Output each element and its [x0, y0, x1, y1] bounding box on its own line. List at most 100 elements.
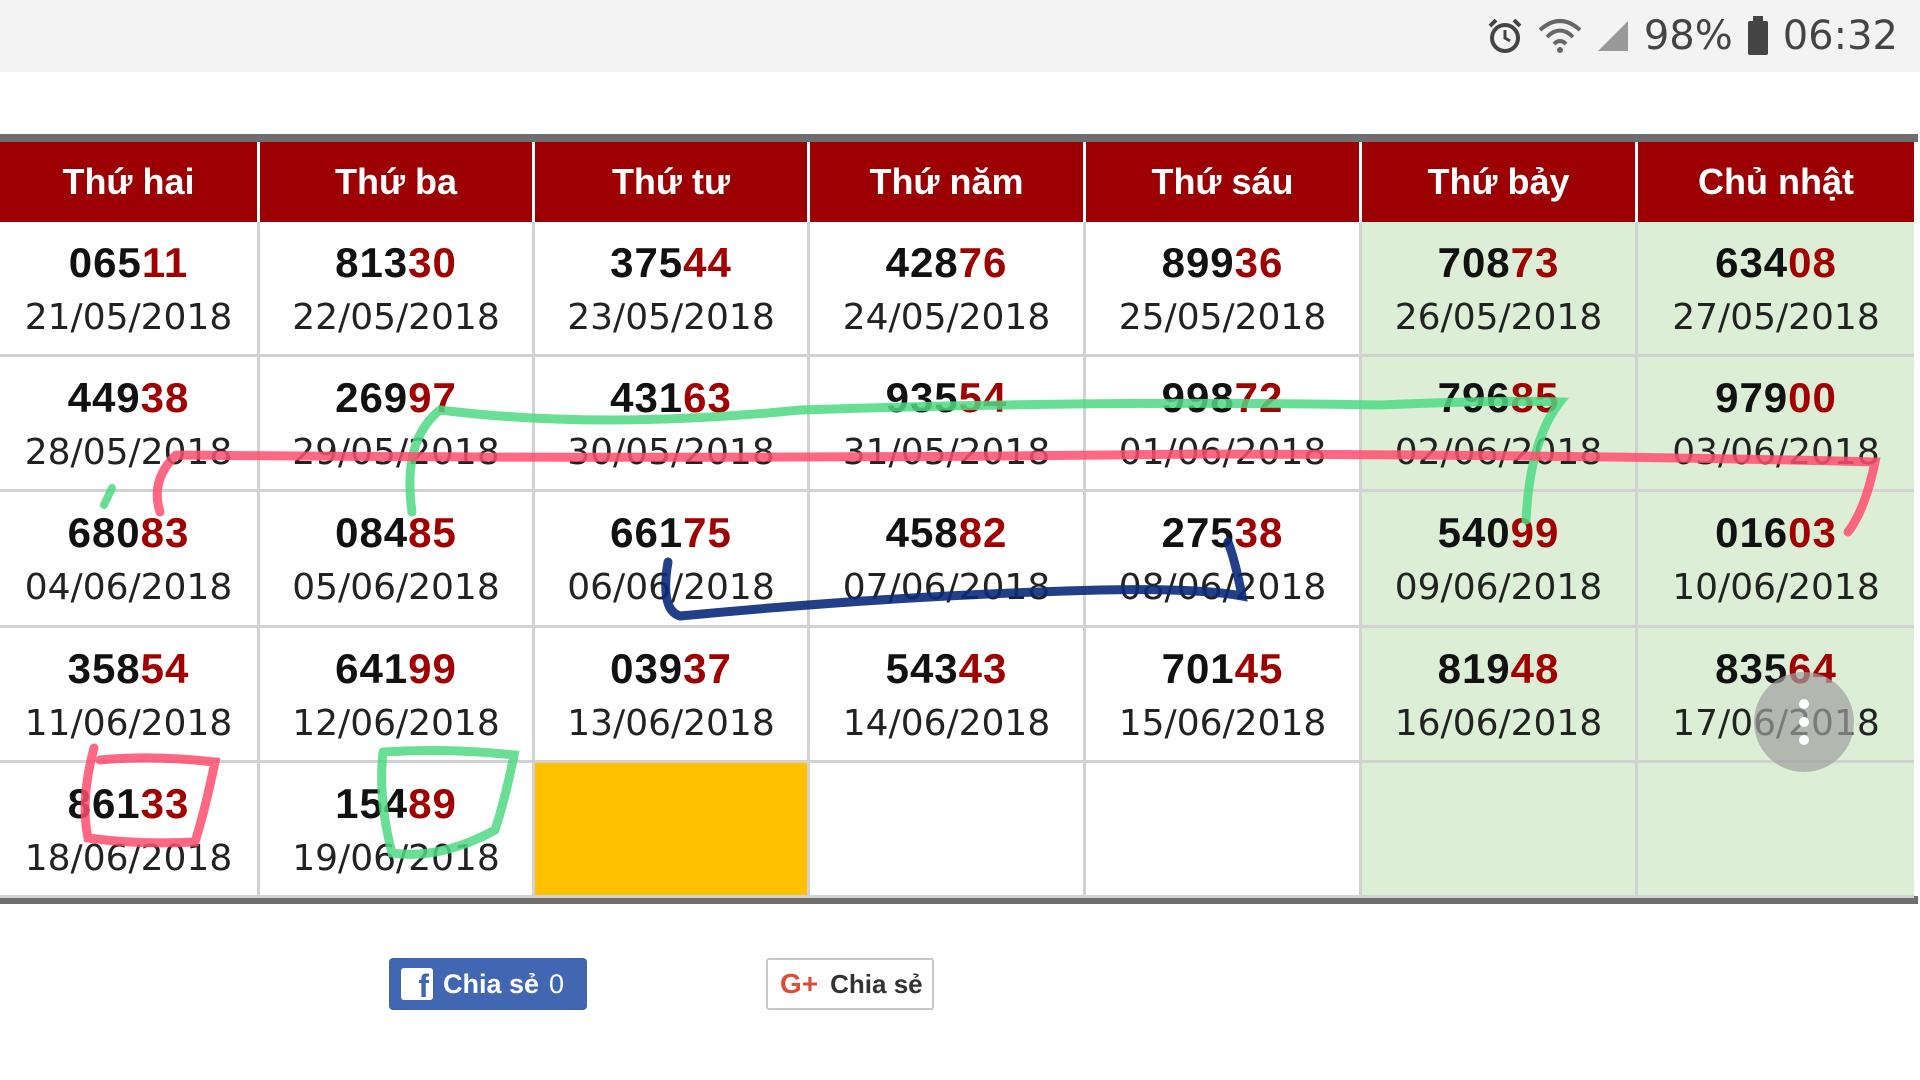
result-number-tail: 85	[408, 509, 457, 556]
result-number-tail: 11	[141, 238, 189, 286]
result-cell: 08485 05/06/2018	[260, 492, 535, 628]
result-number: 66175	[610, 509, 732, 557]
result-number: 93554	[886, 374, 1008, 422]
result-date: 29/05/2018	[292, 431, 500, 473]
result-number-prefix: 154	[335, 779, 409, 827]
result-number-prefix: 634	[1715, 238, 1789, 286]
result-cell: 44938 28/05/2018	[0, 357, 260, 492]
result-cell: 45882 07/06/2018	[810, 492, 1086, 628]
result-date: 16/06/2018	[1394, 702, 1603, 744]
result-date: 05/06/2018	[292, 567, 500, 608]
result-cell: 26997 29/05/2018	[260, 357, 535, 492]
result-number-prefix: 661	[610, 509, 684, 556]
result-number-tail: 83	[140, 509, 190, 556]
result-number-prefix: 543	[885, 644, 959, 692]
result-number-prefix: 375	[610, 238, 684, 286]
result-number-prefix: 431	[610, 373, 684, 421]
result-cell: 15489 19/06/2018	[260, 763, 535, 898]
result-number-tail: 85	[1510, 373, 1560, 421]
facebook-share-button[interactable]: f Chia sẻ 0	[389, 958, 587, 1010]
result-date: 23/05/2018	[567, 296, 775, 338]
result-number-prefix: 641	[335, 644, 409, 692]
result-date: 13/06/2018	[567, 702, 775, 744]
result-number-tail: 63	[683, 373, 732, 421]
result-number-prefix: 796	[1437, 373, 1511, 421]
result-cell: 37544 23/05/2018	[535, 222, 810, 357]
result-date: 18/06/2018	[24, 837, 233, 879]
result-date: 04/06/2018	[24, 567, 233, 608]
result-cell: 99872 01/06/2018	[1086, 357, 1362, 492]
result-number-prefix: 998	[1161, 373, 1235, 421]
result-number: 97900	[1715, 374, 1837, 422]
result-number: 79685	[1438, 374, 1560, 422]
header-thursday: Thứ năm	[810, 142, 1086, 222]
result-date: 27/05/2018	[1672, 296, 1880, 338]
result-date: 12/06/2018	[292, 702, 500, 744]
result-number-tail: 73	[1510, 238, 1560, 286]
result-number-prefix: 819	[1437, 644, 1511, 692]
result-date: 01/06/2018	[1118, 431, 1327, 473]
result-cell: 63408 27/05/2018	[1638, 222, 1914, 357]
result-number: 03937	[610, 645, 732, 693]
result-number: 43163	[610, 374, 732, 422]
result-cell	[810, 763, 1086, 898]
result-number-prefix: 899	[1161, 238, 1235, 286]
facebook-share-count: 0	[549, 968, 565, 999]
result-number: 01603	[1715, 509, 1837, 557]
result-number: 99872	[1162, 374, 1284, 422]
result-number-tail: 99	[408, 644, 457, 692]
clock: 06:32	[1782, 13, 1898, 59]
result-date: 21/05/2018	[24, 296, 233, 338]
google-plus-icon: G+	[780, 968, 819, 999]
results-calendar-table: Thứ hai Thứ ba Thứ tư Thứ năm Thứ sáu Th…	[0, 134, 1918, 904]
result-number-prefix: 016	[1715, 509, 1789, 556]
result-number-tail: 82	[958, 509, 1008, 556]
result-cell: 35854 11/06/2018	[0, 628, 260, 763]
result-number: 54343	[886, 645, 1008, 693]
result-number-tail: 38	[1234, 509, 1284, 556]
facebook-icon: f	[401, 968, 433, 1002]
result-number-tail: 89	[408, 779, 457, 827]
result-number: 86133	[68, 780, 190, 828]
result-number-tail: 43	[958, 644, 1008, 692]
result-number: 81330	[335, 239, 457, 287]
result-cell: 27538 08/06/2018	[1086, 492, 1362, 628]
result-date: 15/06/2018	[1118, 702, 1327, 744]
result-cell: 64199 12/06/2018	[260, 628, 535, 763]
result-number-tail: 97	[408, 373, 457, 421]
alarm-icon	[1486, 17, 1524, 55]
result-cell: 81330 22/05/2018	[260, 222, 535, 357]
result-number-prefix: 065	[68, 238, 142, 286]
result-date: 06/06/2018	[567, 567, 775, 608]
result-number-prefix: 540	[1437, 509, 1511, 556]
result-cell: 70873 26/05/2018	[1362, 222, 1638, 357]
result-number: 42876	[886, 239, 1008, 287]
result-number: 89936	[1162, 239, 1284, 287]
result-date: 11/06/2018	[24, 702, 233, 744]
more-options-button[interactable]	[1754, 672, 1854, 772]
result-number-tail: 99	[1510, 509, 1560, 556]
result-number-tail: 48	[1510, 644, 1560, 692]
result-cell: 06511 21/05/2018	[0, 222, 260, 357]
result-cell: 81948 16/06/2018	[1362, 628, 1638, 763]
result-date: 22/05/2018	[292, 296, 500, 338]
header-wednesday: Thứ tư	[535, 142, 810, 222]
result-cell: 54343 14/06/2018	[810, 628, 1086, 763]
result-number: 45882	[886, 509, 1008, 557]
header-friday: Thứ sáu	[1086, 142, 1362, 222]
result-number-tail: 37	[683, 644, 732, 692]
result-number: 06511	[69, 239, 188, 287]
result-number-tail: 45	[1234, 644, 1284, 692]
result-number-prefix: 701	[1161, 644, 1235, 692]
battery-icon	[1747, 16, 1769, 56]
status-bar: 98% 06:32	[0, 0, 1920, 72]
battery-percent: 98%	[1643, 13, 1733, 59]
header-saturday: Thứ bảy	[1362, 142, 1638, 222]
result-number: 70145	[1162, 645, 1284, 693]
result-number: 26997	[335, 374, 457, 422]
result-number-tail: 72	[1234, 373, 1284, 421]
result-number: 15489	[335, 780, 457, 828]
result-cell: 43163 30/05/2018	[535, 357, 810, 492]
google-plus-share-button[interactable]: G+ Chia sẻ	[766, 958, 934, 1010]
result-number-prefix: 275	[1161, 509, 1235, 556]
